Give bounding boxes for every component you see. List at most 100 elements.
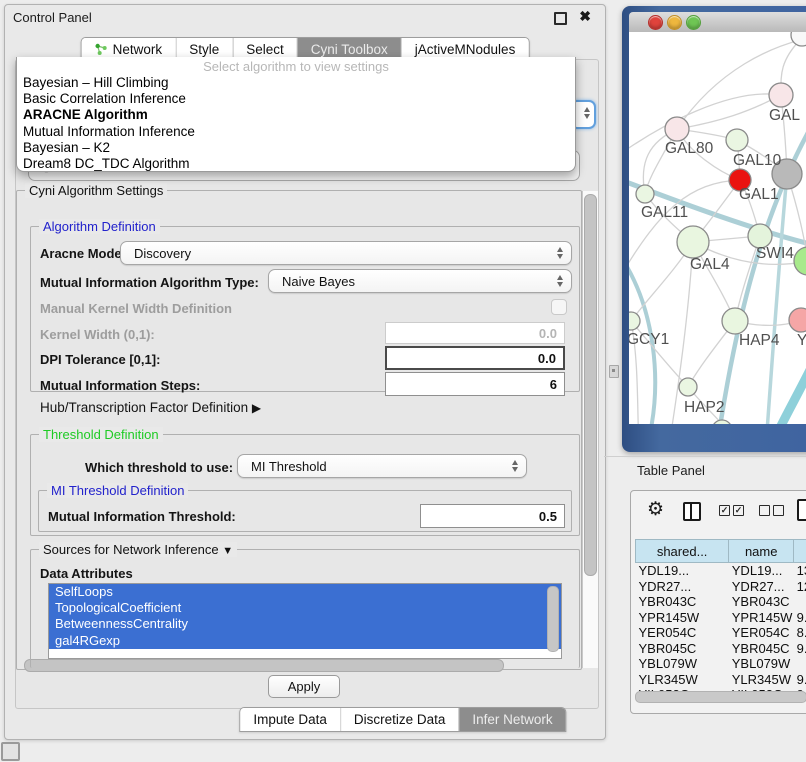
- table-header-row: shared...nameA: [636, 540, 806, 563]
- data-attribute-item-selected[interactable]: SelfLoops: [49, 584, 561, 600]
- dpi-tolerance-field[interactable]: 0.0: [385, 346, 565, 370]
- aracne-mode-value: Discovery: [134, 246, 191, 261]
- table-column-header[interactable]: shared...: [636, 540, 729, 563]
- algorithm-definition-title: Algorithm Definition: [39, 219, 160, 234]
- network-node[interactable]: [665, 117, 689, 141]
- network-node[interactable]: [794, 247, 806, 275]
- algorithm-dropdown-item[interactable]: Mutual Information Inference: [17, 124, 575, 140]
- network-node[interactable]: [629, 312, 640, 330]
- data-attribute-item-selected[interactable]: TopologicalCoefficient: [49, 600, 561, 616]
- network-node[interactable]: [726, 129, 748, 151]
- table-row[interactable]: YBR043CYBR043C: [636, 594, 806, 610]
- columns-icon[interactable]: [683, 502, 701, 521]
- node-attribute-table[interactable]: shared...nameA YDL19...YDL19...13YDR27..…: [635, 539, 806, 703]
- deselect-all-checkbox-icon[interactable]: [773, 505, 784, 516]
- table-panel-titlebar[interactable]: Table Panel: [604, 456, 806, 483]
- algorithm-dropdown-item[interactable]: ARACNE Algorithm: [17, 107, 575, 123]
- network-node[interactable]: [769, 83, 793, 107]
- table-column-header[interactable]: A: [794, 540, 806, 563]
- network-node-label: HAP2: [684, 399, 725, 416]
- network-node[interactable]: [712, 420, 732, 424]
- zoom-traffic-light-icon[interactable]: [686, 15, 701, 30]
- deselect-all-checkbox-icon[interactable]: [759, 505, 770, 516]
- tab-label: Style: [189, 42, 219, 57]
- table-column-header[interactable]: name: [729, 540, 794, 563]
- mi-threshold-label: Mutual Information Threshold:: [48, 509, 236, 524]
- network-node[interactable]: [677, 226, 709, 258]
- network-node[interactable]: [791, 32, 806, 46]
- screen: Control Panel ✖ Network Style Select Cyn…: [0, 0, 806, 762]
- network-node[interactable]: [636, 185, 654, 203]
- attributes-scrollbar-thumb[interactable]: [547, 586, 559, 652]
- algorithm-dropdown: Select algorithm to view settings Bayesi…: [16, 57, 576, 172]
- algorithm-dropdown-item[interactable]: Basic Correlation Inference: [17, 91, 575, 107]
- table-row[interactable]: YBR045CYBR045C9.: [636, 641, 806, 657]
- table-cell: [794, 656, 806, 672]
- table-cell: 8.: [794, 625, 806, 641]
- close-traffic-light-icon[interactable]: [648, 15, 663, 30]
- control-panel-titlebar[interactable]: Control Panel ✖: [5, 5, 605, 29]
- which-threshold-combobox[interactable]: MI Threshold: [237, 454, 527, 478]
- panel-splitter-handle[interactable]: [609, 365, 619, 378]
- collapse-down-icon[interactable]: ▼: [222, 545, 233, 557]
- network-view-titlebar[interactable]: [629, 12, 806, 33]
- mi-algorithm-type-value: Naive Bayes: [282, 274, 355, 289]
- algorithm-dropdown-item[interactable]: Bayesian – K2: [17, 140, 575, 156]
- network-node[interactable]: [789, 308, 806, 332]
- table-cell: [794, 594, 806, 610]
- data-attribute-item-selected[interactable]: gal4RGexp: [49, 633, 561, 649]
- table-row[interactable]: YDL19...YDL19...13: [636, 563, 806, 579]
- table-cell: YPR145W: [636, 610, 729, 626]
- table-cell: YER054C: [636, 625, 729, 641]
- aracne-mode-combobox[interactable]: Discovery: [120, 241, 572, 265]
- tab-impute-data[interactable]: Impute Data: [240, 708, 341, 731]
- apply-button[interactable]: Apply: [268, 675, 340, 698]
- network-node-label: Y: [797, 332, 806, 349]
- table-cell: YDL19...: [636, 563, 729, 579]
- algorithm-dropdown-item[interactable]: Dream8 DC_TDC Algorithm: [17, 156, 575, 172]
- table-row[interactable]: YER054CYER054C8.: [636, 625, 806, 641]
- table-cell: YBL079W: [636, 656, 729, 672]
- cyni-bottom-tabbar: Impute Data Discretize Data Infer Networ…: [239, 707, 566, 732]
- network-canvas[interactable]: GALGAL80GAL10GAL1GAL11SWI4GAL4GCY1HAP4YH…: [629, 32, 806, 424]
- select-all-checkbox-icon[interactable]: ✓: [719, 505, 730, 516]
- which-threshold-value: MI Threshold: [251, 459, 327, 474]
- table-row[interactable]: YDR27...YDR27...12: [636, 579, 806, 595]
- combo-arrows-icon: [557, 275, 563, 287]
- close-icon[interactable]: ✖: [579, 8, 591, 25]
- sources-group-title: Sources for Network Inference ▼: [39, 542, 237, 557]
- select-all-checkbox-icon[interactable]: ✓: [733, 505, 744, 516]
- kernel-width-field[interactable]: 0.0: [385, 322, 565, 344]
- collapsed-panel-icon[interactable]: [1, 742, 20, 761]
- table-row[interactable]: YLR345WYLR345W9.: [636, 672, 806, 688]
- minimize-traffic-light-icon[interactable]: [667, 15, 682, 30]
- float-window-icon[interactable]: [554, 12, 567, 25]
- mi-threshold-field[interactable]: 0.5: [420, 504, 565, 528]
- data-attribute-item-selected[interactable]: BetweennessCentrality: [49, 616, 561, 632]
- hub-definition-toggle[interactable]: Hub/Transcription Factor Definition ▶: [40, 400, 261, 415]
- algorithm-dropdown-item[interactable]: Bayesian – Hill Climbing: [17, 75, 575, 91]
- apply-button-label: Apply: [288, 679, 321, 694]
- document-icon[interactable]: [797, 499, 806, 521]
- gear-icon[interactable]: ⚙: [647, 500, 664, 519]
- kernel-width-label: Kernel Width (0,1):: [40, 327, 155, 342]
- tab-infer-network[interactable]: Infer Network: [459, 708, 565, 731]
- tab-discretize-data[interactable]: Discretize Data: [341, 708, 460, 731]
- network-node[interactable]: [722, 308, 748, 334]
- mi-steps-field[interactable]: 6: [385, 372, 565, 396]
- network-node[interactable]: [679, 378, 697, 396]
- table-row[interactable]: YPR145WYPR145W9.: [636, 610, 806, 626]
- combo-arrows-icon: [557, 247, 563, 259]
- settings-vertical-scrollbar-thumb[interactable]: [584, 194, 597, 576]
- table-horizontal-scrollbar-thumb[interactable]: [635, 691, 806, 703]
- table-cell: 9.: [794, 672, 806, 688]
- table-row[interactable]: YBL079WYBL079W: [636, 656, 806, 672]
- expand-right-icon[interactable]: ▶: [252, 401, 261, 415]
- network-edge[interactable]: [769, 362, 806, 424]
- network-edge[interactable]: [766, 174, 787, 424]
- manual-kernel-width-checkbox[interactable]: [551, 299, 567, 315]
- network-node-label: GAL4: [690, 256, 730, 273]
- data-attributes-list[interactable]: SelfLoopsTopologicalCoefficientBetweenne…: [48, 583, 562, 659]
- table-cell: YDR27...: [636, 579, 729, 595]
- mi-algorithm-type-combobox[interactable]: Naive Bayes: [268, 269, 572, 293]
